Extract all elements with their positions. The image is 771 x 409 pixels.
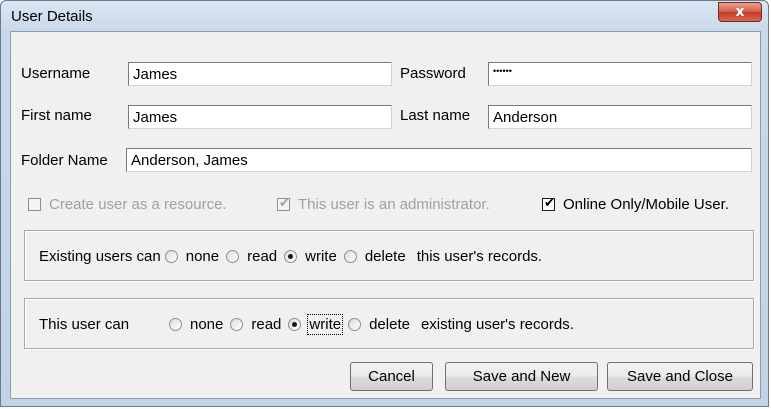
this-user-suffix: existing user's records. — [420, 315, 574, 333]
close-button[interactable]: x — [718, 2, 762, 22]
cancel-button[interactable]: Cancel — [350, 362, 433, 391]
option-label: write — [307, 313, 344, 335]
first-name-input[interactable]: James — [128, 105, 392, 129]
existing-users-prefix: Existing users can — [39, 247, 161, 265]
checkbox-box[interactable] — [28, 197, 41, 211]
existing-users-group: Existing users can none read write delet… — [24, 230, 754, 281]
password-label: Password — [400, 65, 466, 82]
checkmark-icon: ✔ — [544, 195, 555, 211]
option-label: delete — [364, 247, 406, 265]
option-label: delete — [369, 315, 410, 333]
radio-button[interactable] — [343, 249, 357, 263]
online-only-checkbox[interactable]: ✔ Online Only/Mobile User. — [542, 194, 729, 214]
radio-button[interactable] — [169, 317, 182, 331]
option-label: read — [247, 247, 278, 265]
username-label: Username — [21, 65, 91, 82]
existing-none-option[interactable]: none — [164, 247, 220, 265]
this-user-group: This user can none read write delete exi… — [24, 298, 754, 349]
password-input[interactable]: •••••• — [488, 62, 752, 86]
folder-name-label: Folder Name — [21, 152, 108, 169]
radio-button[interactable] — [230, 317, 244, 331]
this-user-none-option[interactable]: none — [169, 316, 223, 333]
option-label: none — [185, 247, 220, 265]
option-label: read — [251, 315, 282, 333]
this-user-delete-option[interactable]: delete — [348, 316, 410, 333]
existing-users-suffix: this user's records. — [416, 247, 543, 265]
radio-button[interactable] — [348, 317, 362, 331]
save-and-new-button[interactable]: Save and New — [445, 362, 598, 391]
checkbox-box[interactable]: ✔ — [542, 195, 555, 211]
existing-read-option[interactable]: read — [226, 248, 277, 265]
this-user-write-option[interactable]: write — [288, 313, 344, 335]
user-details-dialog: User Details x Username James Password •… — [0, 0, 769, 407]
save-and-close-button[interactable]: Save and Close — [607, 362, 753, 391]
create-resource-label: Create user as a resource. — [49, 195, 227, 213]
create-resource-checkbox[interactable]: Create user as a resource. — [28, 194, 227, 214]
window-title: User Details — [11, 8, 93, 25]
radio-button[interactable] — [284, 249, 298, 263]
title-bar[interactable]: User Details x — [1, 1, 768, 31]
checkmark-icon: ✔ — [279, 195, 290, 211]
folder-name-input[interactable]: Anderson, James — [126, 148, 752, 172]
existing-delete-option[interactable]: delete — [343, 247, 406, 265]
last-name-label: Last name — [400, 107, 471, 124]
this-user-prefix: This user can — [39, 315, 130, 333]
checkbox-box[interactable]: ✔ — [277, 195, 290, 211]
this-user-radio-row: This user can none read write delete exi… — [39, 313, 574, 335]
option-label: write — [305, 247, 337, 265]
last-name-input[interactable]: Anderson — [488, 105, 752, 129]
existing-users-radio-row: Existing users can none read write delet… — [39, 246, 542, 266]
existing-write-option[interactable]: write — [284, 248, 337, 265]
online-only-label: Online Only/Mobile User. — [563, 195, 729, 213]
this-user-read-option[interactable]: read — [230, 316, 281, 333]
radio-button[interactable] — [164, 249, 178, 263]
administrator-label: This user is an administrator. — [298, 195, 490, 213]
dialog-body: Username James Password •••••• First nam… — [10, 31, 761, 399]
username-input[interactable]: James — [128, 62, 392, 86]
radio-button[interactable] — [288, 317, 302, 331]
administrator-checkbox[interactable]: ✔ This user is an administrator. — [277, 194, 490, 214]
option-label: none — [190, 315, 224, 333]
radio-button[interactable] — [226, 249, 240, 263]
first-name-label: First name — [21, 107, 92, 124]
